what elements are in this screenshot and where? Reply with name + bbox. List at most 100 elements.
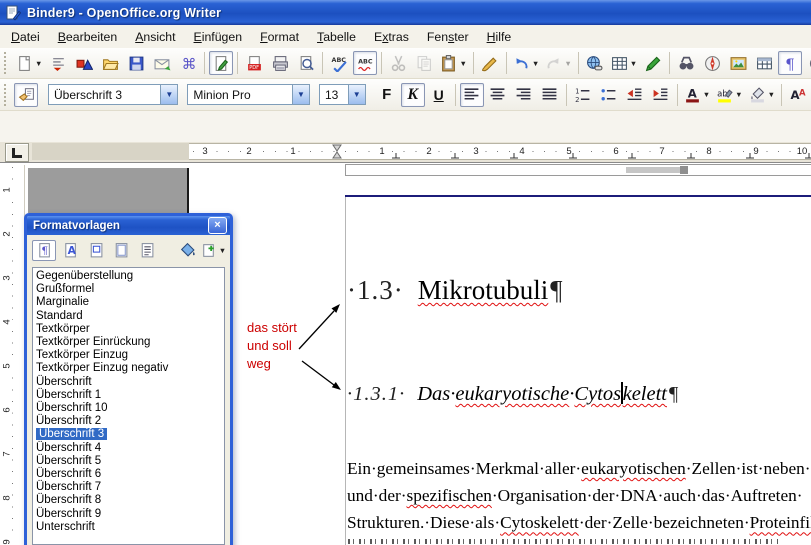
insert-table-button[interactable]: ▼	[609, 51, 639, 75]
style-item[interactable]: Grußformel	[33, 283, 224, 296]
tab-stop-marker[interactable]	[510, 153, 519, 159]
auto-spellcheck-button[interactable]: ABC	[353, 51, 377, 75]
undo-button[interactable]: ▼	[511, 51, 541, 75]
dropdown-arrow-icon[interactable]: ▼	[735, 90, 742, 99]
fill-format-mode-button[interactable]	[175, 240, 199, 261]
format-paintbrush-button[interactable]	[478, 51, 502, 75]
style-item[interactable]: Überschrift 1	[33, 389, 224, 402]
dropdown-arrow-icon[interactable]: ▼	[768, 90, 775, 99]
frame-styles-button[interactable]	[83, 240, 107, 261]
menu-format[interactable]: Format	[251, 28, 308, 46]
italic-button[interactable]: K	[401, 83, 425, 107]
edit-file-button[interactable]	[209, 51, 233, 75]
command-button[interactable]: ⌘	[176, 51, 200, 75]
page-preview-button[interactable]	[294, 51, 318, 75]
styles-window-titlebar[interactable]: Formatvorlagen ×	[27, 216, 230, 235]
style-item[interactable]: Unterschrift	[33, 521, 224, 534]
font-name-combobox[interactable]: Minion Pro ▼	[187, 84, 310, 105]
dropdown-arrow-icon[interactable]: ▼	[564, 59, 571, 68]
dropdown-arrow-icon[interactable]: ▼	[532, 59, 539, 68]
tab-stop-marker[interactable]	[392, 153, 401, 159]
style-item[interactable]: Überschrift 2	[33, 415, 224, 428]
font-color-button[interactable]: A▼	[682, 83, 712, 107]
draw-functions-button[interactable]	[641, 51, 665, 75]
vertical-ruler[interactable]: 123456789	[2, 165, 25, 543]
style-item[interactable]: Überschrift 6	[33, 468, 224, 481]
heading-1-3-1[interactable]: ·1.3.1·Das·eukaryotische·Cytoskelett¶	[347, 382, 678, 406]
paste-button[interactable]: ▼	[438, 51, 468, 75]
style-item[interactable]: Textkörper Einzug negativ	[33, 362, 224, 375]
dropdown-arrow-icon[interactable]: ▼	[219, 246, 226, 255]
tab-stop-marker[interactable]	[451, 153, 460, 159]
style-item[interactable]: Überschrift 8	[33, 494, 224, 507]
tab-stop-marker[interactable]	[628, 153, 637, 159]
combo-dropdown-icon[interactable]: ▼	[292, 85, 309, 104]
menu-ansicht[interactable]: Ansicht	[126, 28, 184, 46]
tab-stop-marker[interactable]	[569, 153, 578, 159]
menu-extras[interactable]: Extras	[365, 28, 418, 46]
close-icon[interactable]: ×	[208, 217, 227, 234]
menu-einfgen[interactable]: Einfügen	[185, 28, 252, 46]
gallery-button[interactable]	[726, 51, 750, 75]
dropdown-arrow-icon[interactable]: ▼	[630, 59, 637, 68]
spellcheck-button[interactable]: ABC	[327, 51, 351, 75]
horizontal-ruler[interactable]: 32112345678910	[0, 142, 811, 163]
find-replace-button[interactable]	[674, 51, 698, 75]
decrease-indent-button[interactable]	[623, 83, 647, 107]
highlighting-button[interactable]: ab▼	[714, 83, 744, 107]
styles-list[interactable]: GegenüberstellungGrußformelMarginalieSta…	[32, 267, 225, 545]
menu-fenster[interactable]: Fenster	[418, 28, 478, 46]
character-scaling-button[interactable]: AA	[786, 83, 810, 107]
bold-button[interactable]: F	[375, 83, 399, 107]
style-item[interactable]: Textkörper	[33, 323, 224, 336]
style-item[interactable]: Gegenüberstellung	[33, 270, 224, 283]
align-right-button[interactable]	[512, 83, 536, 107]
data-sources-button[interactable]	[752, 51, 776, 75]
new-document-button[interactable]: ▼	[14, 51, 44, 75]
style-item[interactable]: Überschrift 9	[33, 508, 224, 521]
dropdown-arrow-icon[interactable]: ▼	[459, 59, 466, 68]
toolbar-drag-handle[interactable]	[4, 84, 6, 106]
export-pdf-button[interactable]: PDF	[242, 51, 266, 75]
align-left-button[interactable]	[460, 83, 484, 107]
page-styles-button[interactable]	[109, 240, 133, 261]
new-style-from-selection-button[interactable]: ▼	[201, 240, 225, 261]
save-button[interactable]	[124, 51, 148, 75]
formatting-marks-button[interactable]: ¶	[778, 51, 802, 75]
increase-indent-button[interactable]	[649, 83, 673, 107]
background-color-button[interactable]: ▼	[747, 83, 777, 107]
justify-button[interactable]	[538, 83, 562, 107]
navigator-button[interactable]	[700, 51, 724, 75]
bullet-list-button[interactable]	[597, 83, 621, 107]
menu-hilfe[interactable]: Hilfe	[478, 28, 521, 46]
direct-cursor-button[interactable]	[46, 51, 70, 75]
menu-tabelle[interactable]: Tabelle	[308, 28, 365, 46]
character-styles-button[interactable]: A	[58, 240, 82, 261]
style-item[interactable]: Textkörper Einrückung	[33, 336, 224, 349]
tab-stop-marker[interactable]	[687, 153, 696, 159]
style-item-selected[interactable]: Überschrift 3	[33, 428, 224, 441]
document-as-email-button[interactable]	[150, 51, 174, 75]
dropdown-arrow-icon[interactable]: ▼	[35, 59, 42, 68]
tab-type-selector[interactable]	[5, 143, 29, 162]
style-item[interactable]: Standard	[33, 310, 224, 323]
combo-dropdown-icon[interactable]: ▼	[160, 85, 177, 104]
paragraph-styles-button[interactable]: ¶	[32, 240, 56, 261]
combo-dropdown-icon[interactable]: ▼	[348, 85, 365, 104]
numbered-list-button[interactable]: 12	[571, 83, 595, 107]
hyperlink-button[interactable]	[583, 51, 607, 75]
menu-bearbeiten[interactable]: Bearbeiten	[49, 28, 126, 46]
tab-stop-marker[interactable]	[746, 153, 755, 159]
heading-1-3[interactable]: ·1.3·Mikrotubuli¶	[347, 275, 562, 306]
paragraph-style-combobox[interactable]: Überschrift 3 ▼	[48, 84, 178, 105]
style-item[interactable]: Überschrift 7	[33, 481, 224, 494]
body-text[interactable]: Ein·gemeinsames·Merkmal·aller·eukaryotis…	[347, 455, 811, 537]
underline-button[interactable]: U	[427, 83, 451, 107]
dropdown-arrow-icon[interactable]: ▼	[703, 90, 710, 99]
align-center-button[interactable]	[486, 83, 510, 107]
style-item[interactable]: Marginalie	[33, 296, 224, 309]
font-size-combobox[interactable]: 13 ▼	[319, 84, 366, 105]
draw-shapes-button[interactable]	[72, 51, 96, 75]
style-item[interactable]: Überschrift	[33, 376, 224, 389]
menu-datei[interactable]: Datei	[2, 28, 49, 46]
